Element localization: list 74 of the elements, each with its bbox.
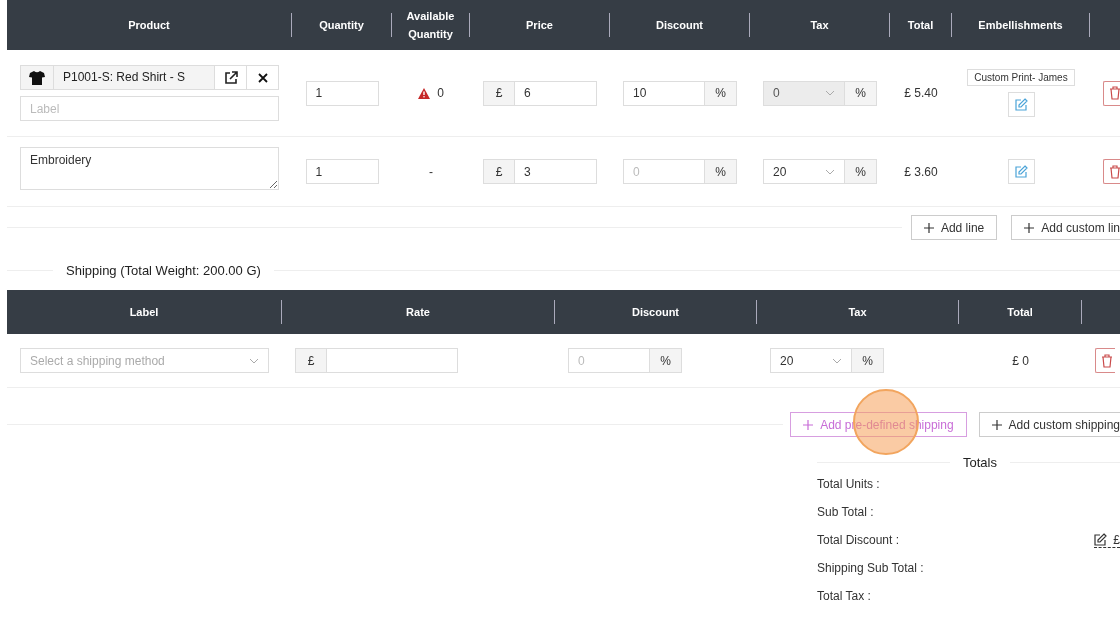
discount-field[interactable]: 10 xyxy=(623,80,705,106)
edit-button[interactable] xyxy=(1007,159,1035,184)
price-field[interactable]: 3 xyxy=(515,159,597,184)
edit-icon xyxy=(1014,98,1028,111)
total-label: Total Units : xyxy=(817,477,880,491)
plus-icon xyxy=(991,419,1002,430)
edit-button[interactable] xyxy=(1007,92,1035,117)
total-label: Sub Total : xyxy=(817,505,874,519)
discount-field[interactable]: 0 xyxy=(623,159,705,184)
tax-select: 0 xyxy=(763,80,845,106)
add-button[interactable]: Add line xyxy=(910,215,998,240)
delete-button[interactable] xyxy=(1103,159,1120,184)
edit-icon xyxy=(1014,165,1028,178)
total-label: Shipping Sub Total : xyxy=(817,561,924,575)
product-name: P1001-S: Red Shirt - S xyxy=(54,66,214,89)
section-title: Shipping (Total Weight: 200.00 G) xyxy=(66,263,261,278)
column-header: Product xyxy=(128,18,170,33)
column-header: Tax xyxy=(810,18,829,33)
label-field[interactable]: Label xyxy=(20,96,279,121)
external-link-icon xyxy=(223,70,238,85)
total-label: Total Discount : xyxy=(817,533,900,547)
available-quantity: 0 xyxy=(437,86,444,100)
discount-field[interactable]: 0 xyxy=(568,348,650,373)
unit-label: % xyxy=(852,348,884,373)
embellishment-tag: Custom Print- James xyxy=(967,69,1075,86)
rate-field[interactable] xyxy=(327,348,458,373)
plus-icon xyxy=(923,222,934,233)
add-button[interactable]: Add custom shipping xyxy=(978,412,1120,437)
unit-label: £ xyxy=(483,159,515,184)
chevron-down-icon xyxy=(249,357,259,364)
unit-label: £ xyxy=(483,80,515,106)
add-button[interactable]: Add custom lin xyxy=(1011,215,1120,240)
t-shirt-icon xyxy=(29,70,45,85)
trash-icon xyxy=(1101,353,1113,368)
tax-select[interactable]: 20 xyxy=(763,159,845,184)
column-header: Discount xyxy=(655,18,704,33)
line-total: £ 3.60 xyxy=(904,164,938,179)
line-total: £ 5.40 xyxy=(904,86,938,100)
unit-label: % xyxy=(705,159,737,184)
column-header: Available Quantity xyxy=(405,9,456,42)
shipping-total: £ 0 xyxy=(1012,353,1029,368)
delete-button[interactable] xyxy=(1103,80,1120,106)
trash-icon xyxy=(1109,86,1120,100)
chevron-down-icon xyxy=(825,168,835,175)
delete-button[interactable] xyxy=(1095,348,1115,373)
quantity-field[interactable]: 1 xyxy=(305,159,379,184)
label-textarea[interactable]: Embroidery xyxy=(20,147,279,190)
column-header: Price xyxy=(526,18,553,33)
column-header: Rate xyxy=(406,305,430,320)
unit-label: £ xyxy=(295,348,327,373)
unit-label: % xyxy=(845,80,877,106)
available-quantity: - xyxy=(429,164,433,179)
total-label: Total Tax : xyxy=(817,589,871,603)
chevron-down-icon xyxy=(832,357,842,364)
total-value: £ xyxy=(1113,532,1120,547)
column-header: Embellishments xyxy=(978,18,1063,33)
close-icon xyxy=(257,72,268,83)
column-header: Total xyxy=(907,18,934,33)
column-header: Label xyxy=(129,305,159,320)
trash-icon xyxy=(1109,164,1120,179)
column-header: Discount xyxy=(631,305,680,320)
column-header: Quantity xyxy=(319,18,364,33)
unit-label: % xyxy=(650,348,682,373)
quantity-field[interactable]: 1 xyxy=(305,80,379,106)
tax-select[interactable]: 20 xyxy=(770,348,852,373)
unit-label: % xyxy=(845,159,877,184)
column-header: Total xyxy=(1007,305,1033,320)
column-header: Tax xyxy=(848,305,867,320)
chevron-down-icon xyxy=(825,90,835,96)
unit-label: % xyxy=(705,80,737,106)
plus-icon xyxy=(1024,222,1035,233)
price-field[interactable]: 6 xyxy=(515,80,597,106)
plus-icon xyxy=(803,419,814,430)
totals-title: Totals xyxy=(963,455,997,470)
